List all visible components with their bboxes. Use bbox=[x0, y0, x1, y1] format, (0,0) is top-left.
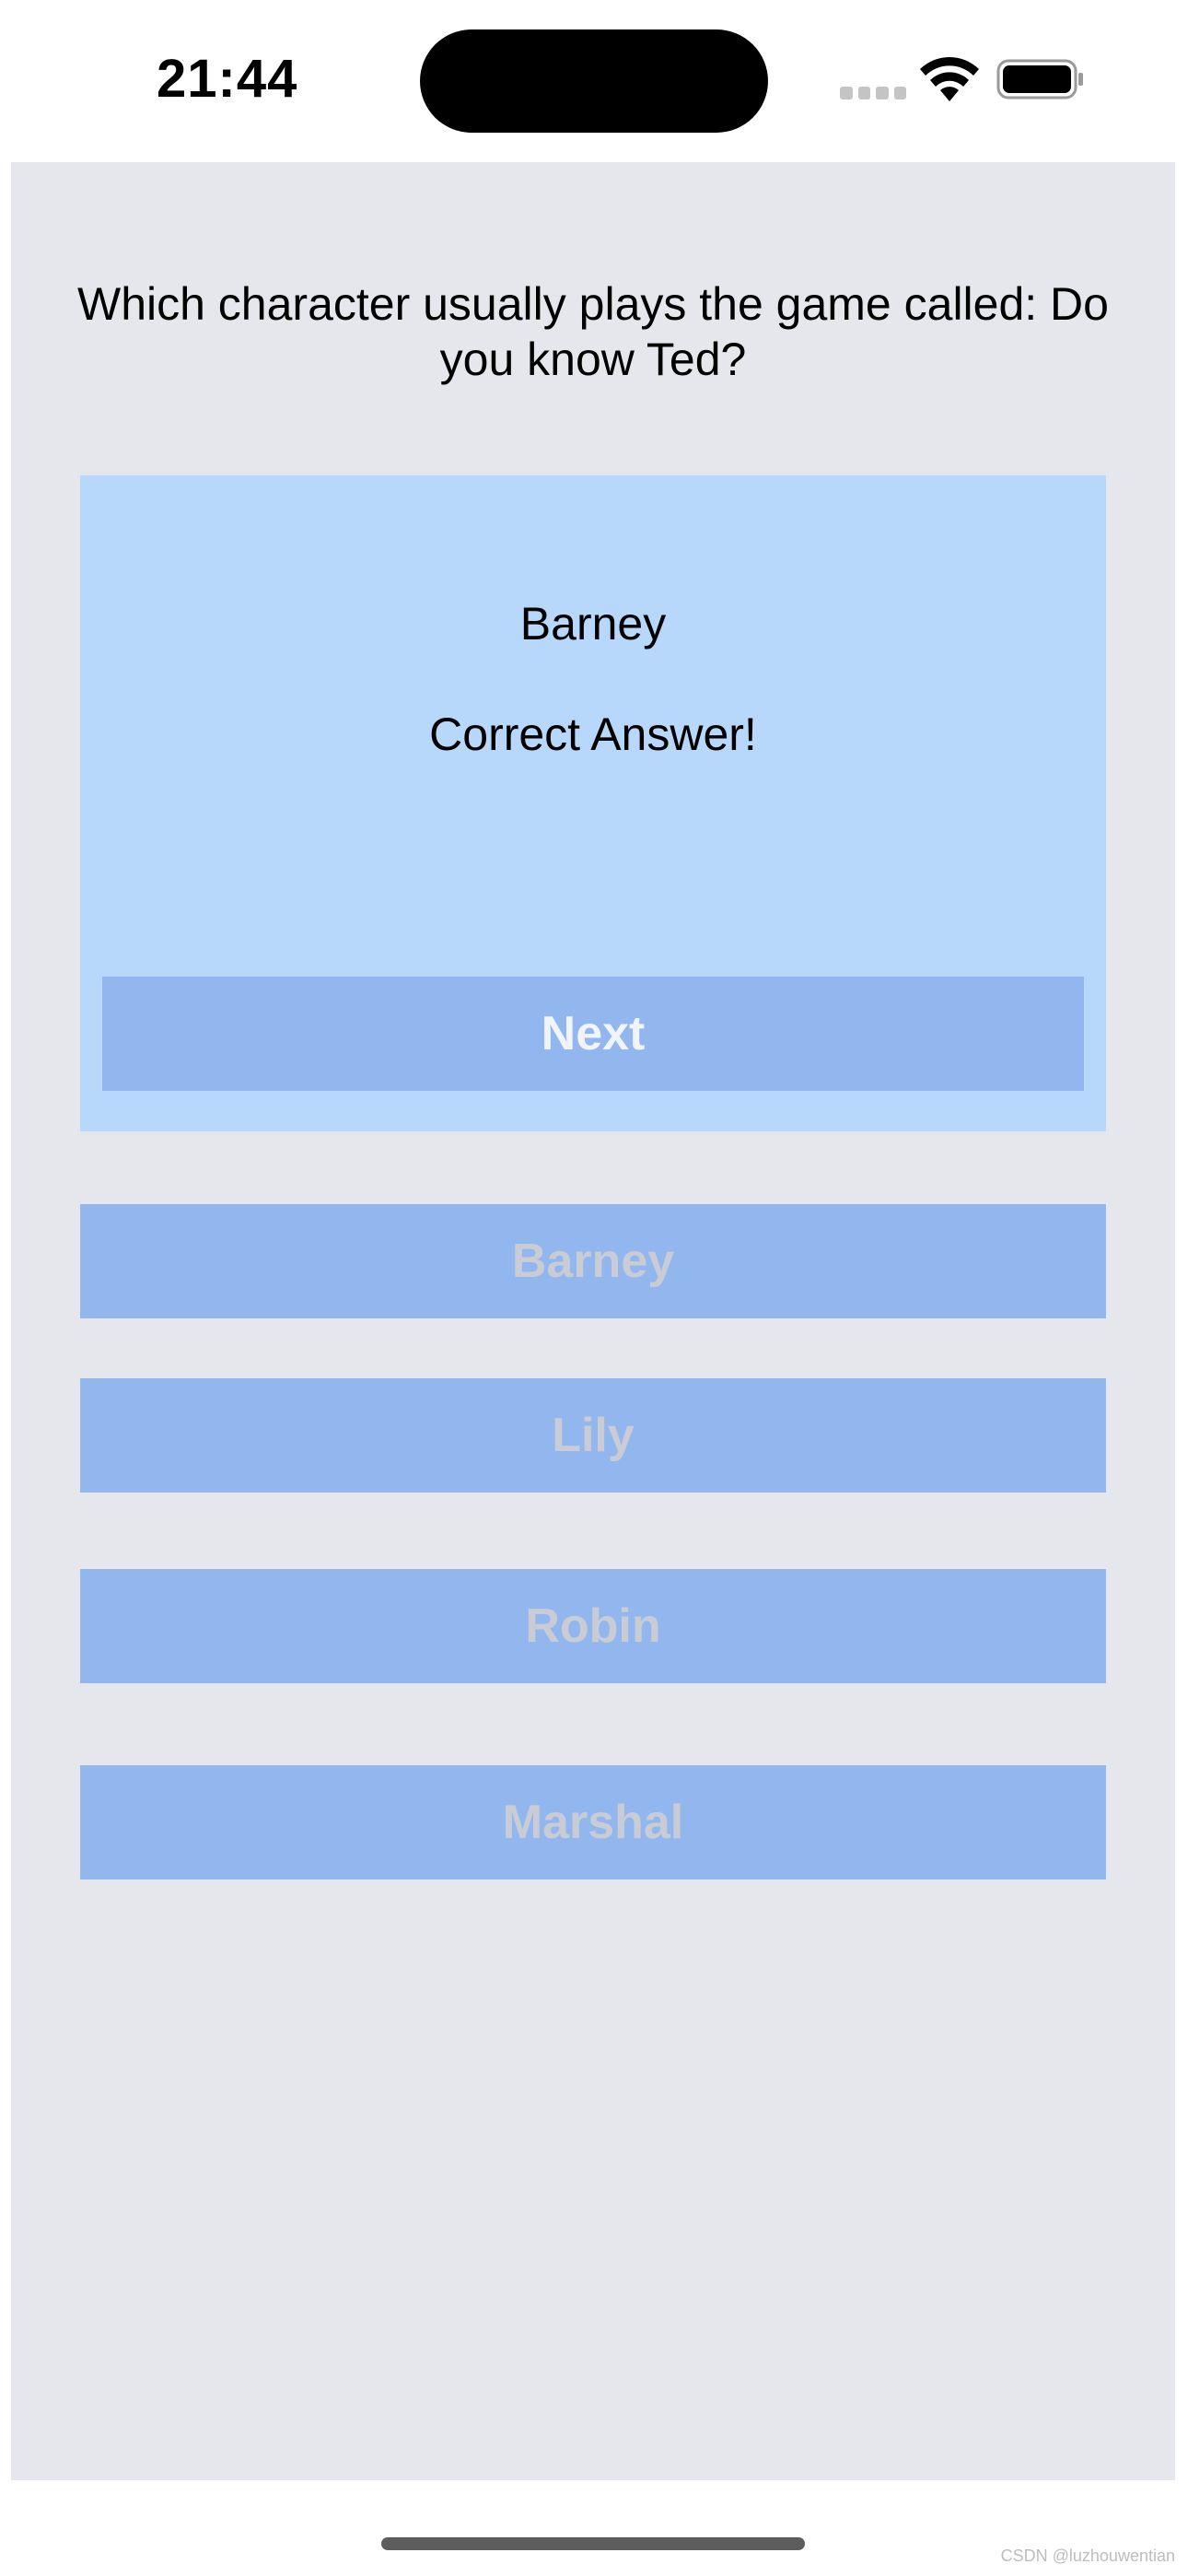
quiz-content-area: Which character usually plays the game c… bbox=[11, 162, 1175, 2480]
cellular-signal-icon bbox=[840, 87, 906, 100]
answer-feedback: Correct Answer! bbox=[429, 708, 757, 760]
wifi-icon bbox=[920, 57, 979, 101]
question-text: Which character usually plays the game c… bbox=[77, 278, 1109, 385]
watermark: CSDN @luzhouwentian bbox=[1000, 2547, 1175, 2565]
option-button-barney[interactable]: Barney bbox=[80, 1204, 1106, 1318]
quiz-screen: 21:44 Which character usually plays the … bbox=[0, 0, 1188, 2576]
home-indicator[interactable] bbox=[381, 2537, 805, 2550]
option-button-robin[interactable]: Robin bbox=[80, 1569, 1106, 1683]
option-button-lily[interactable]: Lily bbox=[80, 1378, 1106, 1493]
selected-answer: Barney bbox=[519, 598, 667, 650]
dynamic-island bbox=[420, 29, 768, 133]
next-button[interactable]: Next bbox=[102, 977, 1084, 1091]
option-button-marshal[interactable]: Marshal bbox=[80, 1765, 1106, 1879]
status-time: 21:44 bbox=[157, 49, 298, 109]
battery-icon bbox=[996, 59, 1083, 100]
answer-result-panel: Barney Correct Answer! Next bbox=[80, 475, 1106, 1131]
